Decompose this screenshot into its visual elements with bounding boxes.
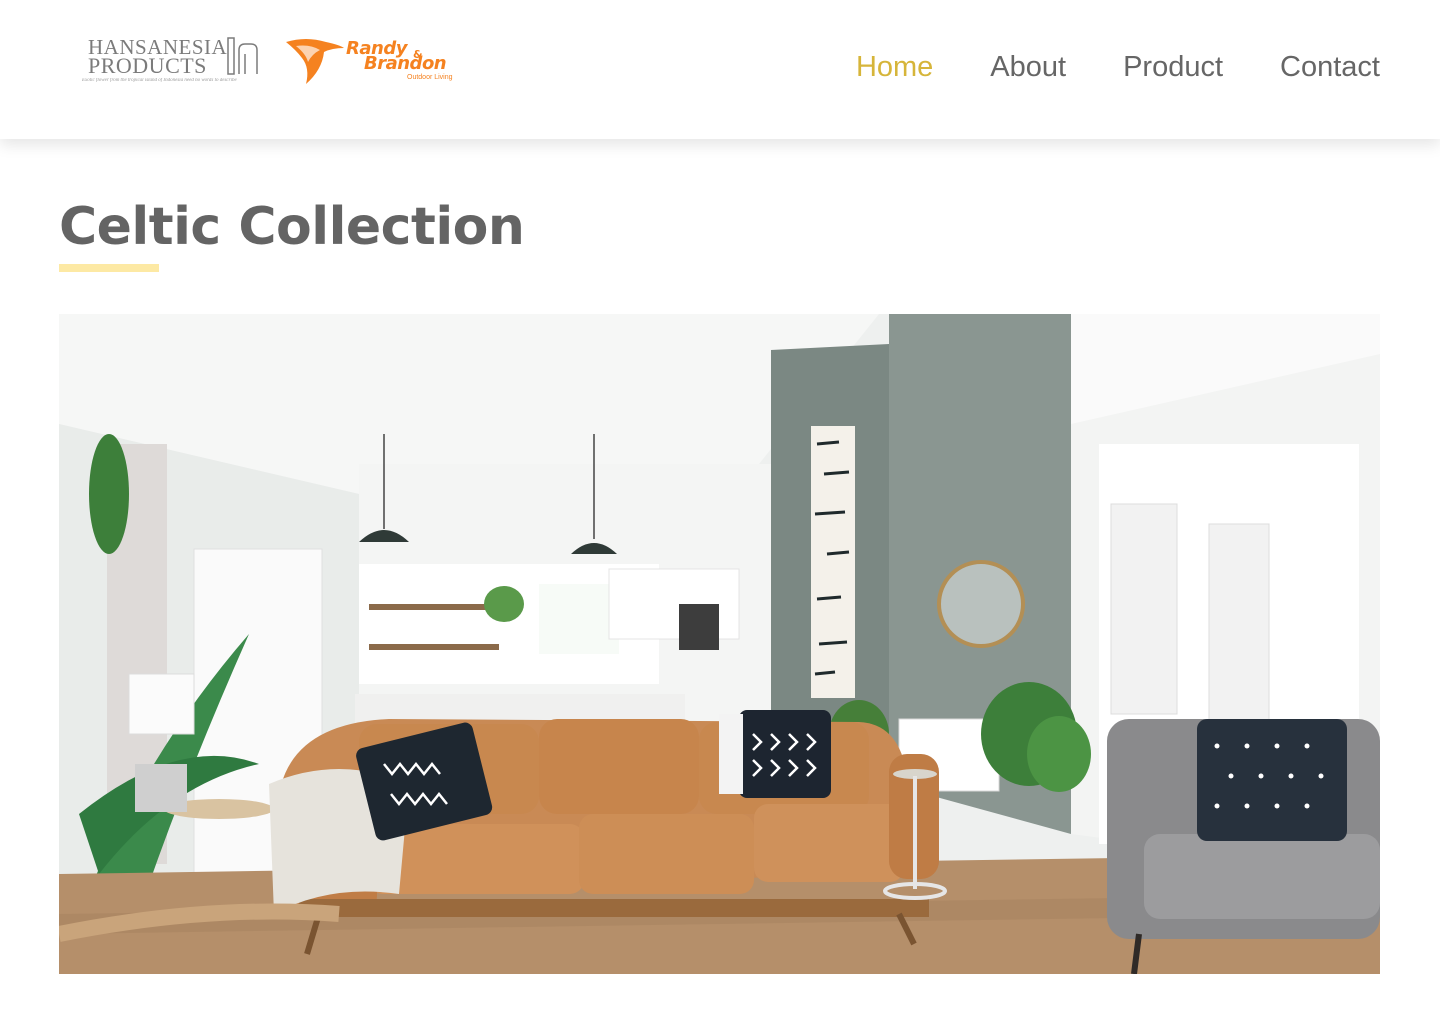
randy-logo-subline: Outdoor Living <box>407 74 453 81</box>
nav-about[interactable]: About <box>990 48 1066 86</box>
main-nav: Home About Product Contact <box>856 48 1380 86</box>
title-underline <box>59 264 159 272</box>
hansanesia-mark-icon <box>227 37 258 75</box>
hansanesia-logo-line2: PRODUCTS <box>88 53 207 78</box>
hero-image <box>59 314 1380 974</box>
randy-brandon-logo[interactable]: Randy & Brandon Outdoor Living <box>282 34 466 88</box>
hansanesia-tagline: Exotic flower from the tropical island o… <box>82 78 237 83</box>
living-room-photo <box>59 314 1380 974</box>
page-title: Celtic Collection <box>59 197 525 257</box>
site-header: HANSANESIA PRODUCTS Exotic flower from t… <box>0 0 1440 139</box>
nav-product[interactable]: Product <box>1123 48 1223 86</box>
hansanesia-logo[interactable]: HANSANESIA PRODUCTS Exotic flower from t… <box>82 34 262 90</box>
nav-contact[interactable]: Contact <box>1280 48 1380 86</box>
randy-logo-line2: Brandon <box>364 53 447 74</box>
nav-home[interactable]: Home <box>856 48 933 86</box>
armchair <box>1107 719 1380 974</box>
bird-logo-icon <box>286 39 344 84</box>
